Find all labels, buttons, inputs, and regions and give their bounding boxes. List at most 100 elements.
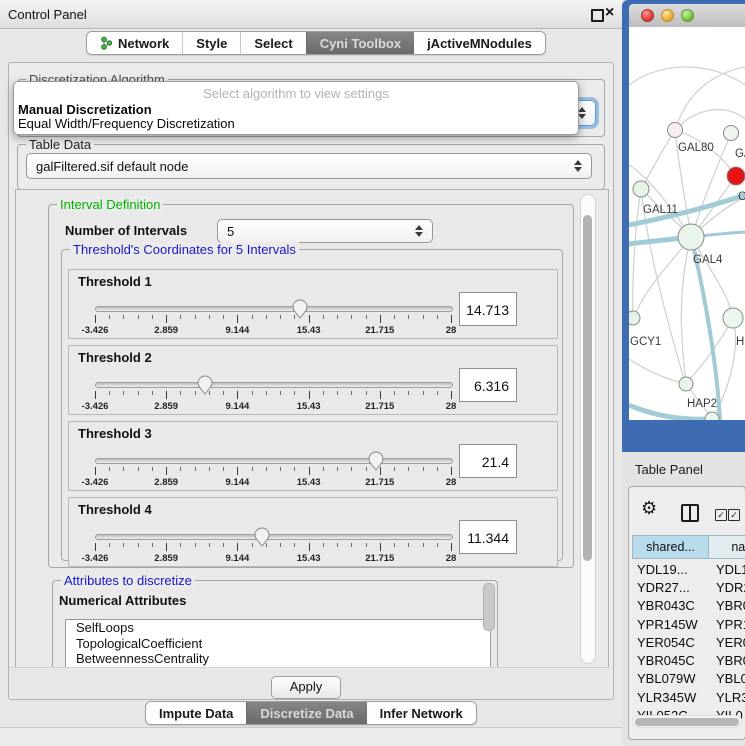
tab-discretize-data[interactable]: Discretize Data bbox=[246, 702, 366, 724]
network-canvas[interactable]: GAL80GACGAL11GAL4GCY1HHAP2 bbox=[629, 27, 745, 420]
table-cell[interactable]: YLR345W bbox=[632, 690, 712, 705]
network-edge[interactable] bbox=[633, 189, 641, 316]
threshold-value-field[interactable]: 14.713 bbox=[459, 292, 517, 326]
table-row[interactable]: YER054CYER0 bbox=[632, 633, 745, 651]
threshold-1-slider[interactable]: -3.4262.8599.14415.4321.71528 bbox=[95, 300, 451, 338]
list-scrollbar[interactable] bbox=[483, 583, 495, 631]
threshold-3-slider[interactable]: -3.4262.8599.14415.4321.71528 bbox=[95, 452, 451, 490]
network-node[interactable] bbox=[723, 308, 743, 328]
table-cell[interactable]: YPR145W bbox=[632, 617, 712, 632]
minimize-traffic-light-icon[interactable] bbox=[661, 9, 674, 22]
threshold-value-field[interactable]: 11.344 bbox=[459, 520, 517, 554]
close-icon[interactable]: × bbox=[605, 4, 614, 22]
table-row[interactable]: YDL19...YDL1 bbox=[632, 560, 745, 578]
vertical-scrollbar[interactable] bbox=[580, 194, 596, 664]
table-cell[interactable]: YER0 bbox=[712, 635, 745, 650]
network-node[interactable] bbox=[724, 126, 739, 141]
gear-icon[interactable]: ⚙ bbox=[641, 499, 657, 517]
table-cell[interactable]: YBR045C bbox=[632, 653, 712, 668]
scrollbar-thumb[interactable] bbox=[583, 215, 592, 561]
tab-impute-data[interactable]: Impute Data bbox=[146, 702, 246, 724]
checkbox-icon[interactable]: ✓ bbox=[728, 509, 740, 521]
table-cell[interactable]: YDL19... bbox=[632, 562, 712, 577]
zoom-traffic-light-icon[interactable] bbox=[681, 9, 694, 22]
table-body: YDL19...YDL1YDR27...YDR2YBR043CYBR0YPR14… bbox=[632, 560, 745, 725]
column-header-name[interactable]: name bbox=[709, 535, 745, 559]
close-traffic-light-icon[interactable] bbox=[641, 9, 654, 22]
dropdown-option-manual-discretization[interactable]: Manual Discretization bbox=[18, 102, 152, 117]
network-edge[interactable] bbox=[629, 359, 682, 383]
numerical-attributes-list[interactable]: SelfLoopsTopologicalCoefficientBetweenne… bbox=[65, 619, 491, 669]
table-cell[interactable]: YBR0 bbox=[712, 598, 745, 613]
network-node[interactable] bbox=[668, 123, 683, 138]
table-cell[interactable]: YBR0 bbox=[712, 653, 745, 668]
network-node[interactable] bbox=[633, 181, 649, 197]
list-item[interactable]: SelfLoops bbox=[66, 620, 490, 636]
network-window-titlebar[interactable] bbox=[629, 4, 745, 28]
threshold-4-slider[interactable]: -3.4262.8599.14415.4321.71528 bbox=[95, 528, 451, 566]
table-cell[interactable]: YER054C bbox=[632, 635, 712, 650]
tab-network[interactable]: Network bbox=[87, 32, 182, 54]
dropdown-option-equal-width-frequency[interactable]: Equal Width/Frequency Discretization bbox=[18, 116, 235, 131]
slider-track[interactable] bbox=[95, 382, 453, 388]
network-node[interactable] bbox=[705, 412, 719, 420]
table-row[interactable]: YBR045CYBR0 bbox=[632, 651, 745, 669]
cyni-toolbox-panel: Discretization Algorithm Select algorith… bbox=[8, 62, 614, 700]
network-edge[interactable] bbox=[681, 237, 691, 382]
column-header-shared-name[interactable]: shared... bbox=[632, 535, 709, 559]
table-cell[interactable]: YBL079W bbox=[632, 671, 712, 686]
table-cell[interactable]: YBL0 bbox=[712, 671, 745, 686]
apply-button[interactable]: Apply bbox=[271, 676, 341, 699]
table-row[interactable]: YBR043CYBR0 bbox=[632, 597, 745, 615]
network-node[interactable] bbox=[678, 224, 704, 250]
slider-thumb[interactable] bbox=[197, 375, 213, 395]
slider-track[interactable] bbox=[95, 534, 453, 540]
threshold-value-field[interactable]: 6.316 bbox=[459, 368, 517, 402]
checkbox-icon[interactable]: ✓ bbox=[715, 509, 727, 521]
slider-track[interactable] bbox=[95, 458, 453, 464]
table-data-group: Table Data galFiltered.sif default node bbox=[17, 144, 605, 190]
threshold-2-slider[interactable]: -3.4262.8599.14415.4321.71528 bbox=[95, 376, 451, 414]
list-item[interactable]: BetweennessCentrality bbox=[66, 651, 490, 667]
table-cell[interactable]: YPR1 bbox=[712, 617, 745, 632]
float-icon[interactable] bbox=[591, 9, 604, 22]
slider-track[interactable] bbox=[95, 306, 453, 312]
table-cell[interactable]: YDR27... bbox=[632, 580, 712, 595]
scrollbar-thumb[interactable] bbox=[635, 718, 739, 726]
network-node[interactable] bbox=[727, 167, 745, 185]
tab-infer-network[interactable]: Infer Network bbox=[367, 702, 476, 724]
network-node-label: GAL11 bbox=[643, 204, 678, 216]
table-row[interactable]: YPR145WYPR1 bbox=[632, 615, 745, 633]
horizontal-scrollbar[interactable] bbox=[632, 715, 742, 728]
column-layout-icon[interactable] bbox=[681, 504, 699, 522]
status-strip bbox=[0, 727, 622, 746]
network-edge[interactable] bbox=[642, 130, 675, 187]
slider-thumb[interactable] bbox=[368, 451, 384, 471]
threshold-4-panel: Threshold 4 -3.4262.8599.14415.4321.7152… bbox=[68, 497, 558, 567]
slider-thumb[interactable] bbox=[254, 527, 270, 547]
network-node[interactable] bbox=[629, 311, 640, 325]
threshold-value-field[interactable]: 21.4 bbox=[459, 444, 517, 478]
table-row[interactable]: YBL079WYBL0 bbox=[632, 670, 745, 688]
tab-cyni-toolbox[interactable]: Cyni Toolbox bbox=[306, 32, 414, 54]
table-data-combobox[interactable]: galFiltered.sif default node bbox=[26, 153, 592, 179]
table-row[interactable]: YDR27...YDR2 bbox=[632, 578, 745, 596]
number-of-intervals-combobox[interactable]: 5 bbox=[217, 219, 433, 243]
tab-style[interactable]: Style bbox=[182, 32, 240, 54]
tick-mark bbox=[123, 543, 124, 547]
list-item[interactable]: TopologicalCoefficient bbox=[66, 636, 490, 652]
network-node-label: GAL80 bbox=[678, 142, 714, 154]
table-cell[interactable]: YLR3 bbox=[712, 690, 745, 705]
table-cell[interactable]: YDR2 bbox=[712, 580, 745, 595]
table-row[interactable]: YLR345WYLR3 bbox=[632, 688, 745, 706]
network-node[interactable] bbox=[679, 377, 693, 391]
table-cell[interactable]: YBR043C bbox=[632, 598, 712, 613]
slider-thumb[interactable] bbox=[292, 299, 308, 319]
table-cell[interactable]: YDL1 bbox=[712, 562, 745, 577]
slider-scale-label: 28 bbox=[446, 401, 457, 412]
slider-scale-label: 9.144 bbox=[226, 401, 250, 412]
network-edge[interactable] bbox=[629, 67, 745, 85]
network-icon bbox=[100, 36, 113, 50]
tab-select[interactable]: Select bbox=[240, 32, 305, 54]
tab-jactivemnodules[interactable]: jActiveMNodules bbox=[414, 32, 545, 54]
